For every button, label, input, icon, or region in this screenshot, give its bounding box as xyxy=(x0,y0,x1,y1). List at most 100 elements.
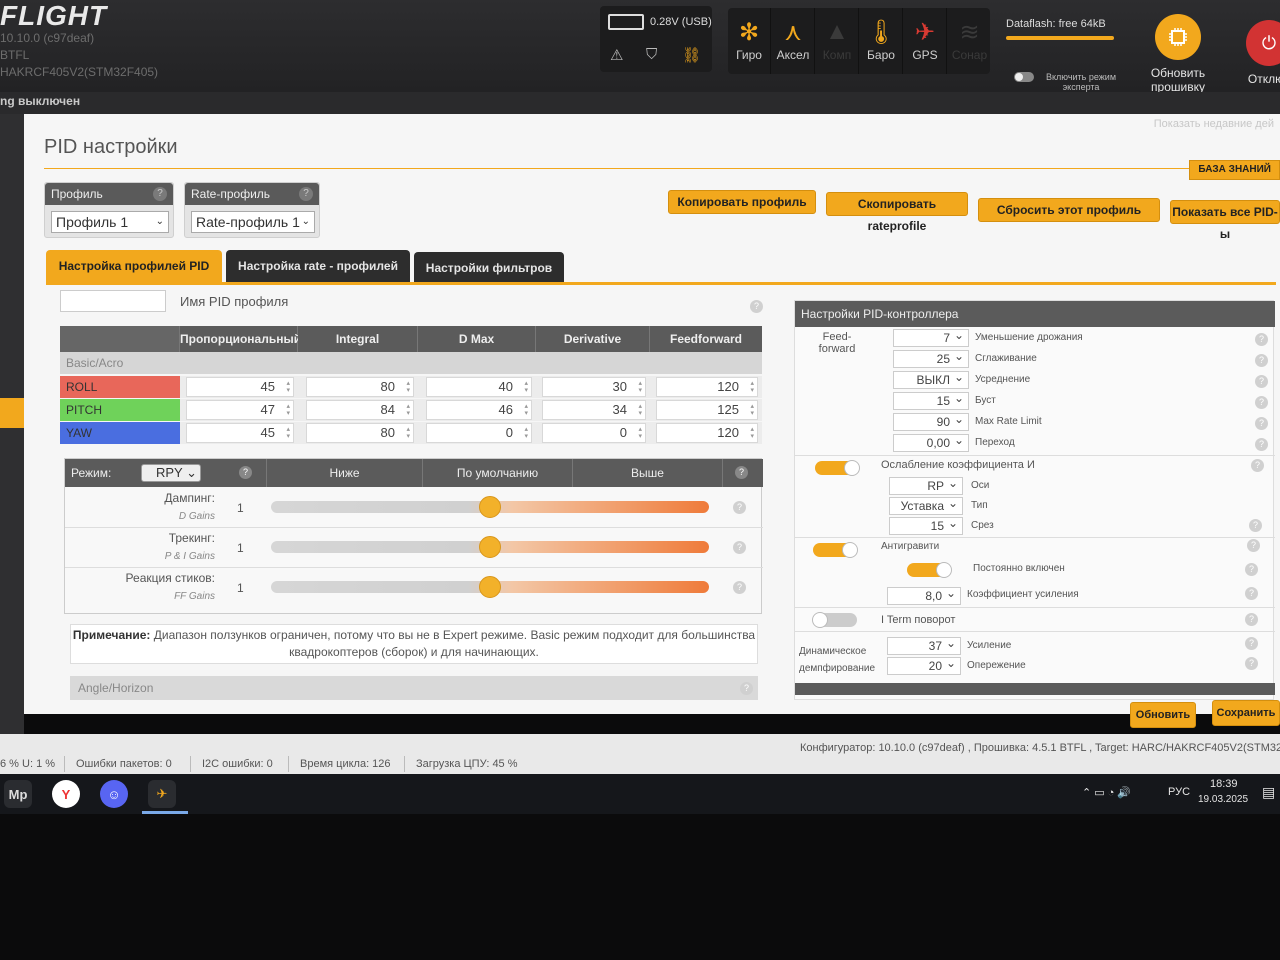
rate-profile-select[interactable]: Rate-профиль 1 ⌄ xyxy=(191,211,315,233)
mode-select[interactable]: RPY ⌄ xyxy=(141,464,201,482)
help-icon[interactable]: ? xyxy=(1255,438,1268,451)
dyn-damping-advance-input[interactable]: 20 xyxy=(887,655,961,675)
table-header-p: Пропорциональный xyxy=(180,326,301,352)
antigravity-always-on-toggle[interactable] xyxy=(907,562,952,578)
ff-transition-input[interactable]: 0,00 xyxy=(893,432,969,452)
ff-boost-input[interactable]: 15 xyxy=(893,390,969,410)
iterm-rotation-toggle[interactable] xyxy=(812,612,857,628)
pitch-p-input[interactable]: 47 xyxy=(186,400,294,420)
antigravity-toggle[interactable] xyxy=(813,542,858,558)
roll-d-input[interactable]: 30 xyxy=(542,377,646,397)
disconnect-button[interactable]: ⏻ Отключ xyxy=(1234,20,1280,86)
help-icon[interactable]: ? xyxy=(299,187,313,201)
roll-dmax-input[interactable]: 40 xyxy=(426,377,532,397)
next-section-header xyxy=(795,683,1275,695)
notifications-icon[interactable]: ▤ xyxy=(1262,784,1275,801)
help-icon[interactable]: ? xyxy=(733,581,746,594)
yaw-d-input[interactable]: 0 xyxy=(542,423,646,443)
profile-select[interactable]: Профиль 1 ⌄ xyxy=(51,211,169,233)
dyn-damping-boost-input[interactable]: 37 xyxy=(887,635,961,655)
iterm-cutoff-input[interactable]: 15 xyxy=(889,515,963,535)
ff-max-rate-input[interactable]: 90 xyxy=(893,411,969,431)
ff-averaging-select[interactable]: ВЫКЛ xyxy=(893,369,969,389)
app-logo: FLIGHT xyxy=(0,0,108,31)
pitch-ff-input[interactable]: 125 xyxy=(656,400,758,420)
copy-rateprofile-button[interactable]: Скопировать rateprofile xyxy=(826,192,968,233)
expert-mode-note: Примечание: Диапазон ползунков ограничен… xyxy=(70,624,758,664)
roll-p-input[interactable]: 45 xyxy=(186,377,294,397)
expert-mode-toggle[interactable]: Включить режим эксперта xyxy=(1014,72,1124,92)
iterm-axes-select[interactable]: RP xyxy=(889,475,963,495)
discord-icon[interactable]: ☺ xyxy=(100,780,128,808)
help-icon[interactable]: ? xyxy=(733,541,746,554)
save-button[interactable]: Сохранить xyxy=(1212,700,1280,726)
tab-rate-profile[interactable]: Настройка rate - профилей xyxy=(226,250,410,282)
table-header-i: Integral xyxy=(298,326,418,352)
help-icon[interactable]: ? xyxy=(750,300,763,313)
help-icon[interactable]: ? xyxy=(740,682,753,695)
tracking-thumb[interactable] xyxy=(479,536,501,558)
help-icon[interactable]: ? xyxy=(1245,563,1258,576)
clock-date[interactable]: 19.03.2025 xyxy=(1198,794,1248,805)
clock-time[interactable]: 18:39 xyxy=(1210,778,1238,790)
pitch-d-input[interactable]: 34 xyxy=(542,400,646,420)
update-firmware-button[interactable]: Обновить прошивку xyxy=(1140,14,1216,94)
help-icon[interactable]: ? xyxy=(1247,539,1260,552)
help-icon[interactable]: ? xyxy=(1255,333,1268,346)
knowledge-base-button[interactable]: БАЗА ЗНАНИЙ xyxy=(1189,160,1280,180)
help-icon[interactable]: ? xyxy=(1245,637,1258,650)
show-recent-link[interactable]: Показать недавние дей xyxy=(1154,118,1274,130)
help-icon[interactable]: ? xyxy=(1255,354,1268,367)
help-icon[interactable]: ? xyxy=(735,466,748,479)
tab-pid-profile[interactable]: Настройка профилей PID xyxy=(46,250,222,282)
feedforward-group-label: Feed-forward xyxy=(818,331,856,355)
pid-profile-name-input[interactable] xyxy=(60,290,166,312)
yandex-browser-icon[interactable]: Y xyxy=(52,780,80,808)
refresh-button[interactable]: Обновить xyxy=(1130,702,1196,728)
roll-ff-input[interactable]: 120 xyxy=(656,377,758,397)
pitch-dmax-input[interactable]: 46 xyxy=(426,400,532,420)
table-header-ff: Feedforward xyxy=(650,326,762,352)
help-icon[interactable]: ? xyxy=(1255,396,1268,409)
baro-icon: 🌡 xyxy=(865,19,897,46)
pitch-i-input[interactable]: 84 xyxy=(306,400,414,420)
table-section-basic: Basic/Acro xyxy=(60,352,762,374)
copy-profile-button[interactable]: Копировать профиль xyxy=(668,190,816,214)
tray-icons[interactable]: ⌃ ▭ ◔ 🔊 xyxy=(1082,786,1131,799)
expert-mode-switch[interactable] xyxy=(1014,72,1034,82)
taskbar-app-mp[interactable]: Mp xyxy=(4,780,32,808)
sidebar-active-item[interactable] xyxy=(0,398,24,428)
yaw-i-input[interactable]: 80 xyxy=(306,423,414,443)
help-icon[interactable]: ? xyxy=(1255,375,1268,388)
help-icon[interactable]: ? xyxy=(733,501,746,514)
language-indicator[interactable]: РУС xyxy=(1168,786,1190,798)
help-icon[interactable]: ? xyxy=(153,187,167,201)
sensor-accel: ⋏ Аксел xyxy=(772,8,815,74)
yaw-p-input[interactable]: 45 xyxy=(186,423,294,443)
roll-i-input[interactable]: 80 xyxy=(306,377,414,397)
help-icon[interactable]: ? xyxy=(1251,459,1264,472)
compass-icon: ▲ xyxy=(825,18,849,45)
betaflight-icon[interactable]: ✈ xyxy=(148,780,176,808)
iterm-type-select[interactable]: Уставка xyxy=(889,495,963,515)
antigravity-gain-input[interactable]: 8,0 xyxy=(887,585,961,605)
ff-jitter-input[interactable]: 7 xyxy=(893,327,969,347)
help-icon[interactable]: ? xyxy=(1245,587,1258,600)
yaw-dmax-input[interactable]: 0 xyxy=(426,423,532,443)
screen: { "header": { "logo": "FLIGHT", "version… xyxy=(0,0,1280,960)
title-divider xyxy=(44,168,1274,169)
help-icon[interactable]: ? xyxy=(1255,417,1268,430)
reset-profile-button[interactable]: Сбросить этот профиль xyxy=(978,198,1160,222)
yaw-ff-input[interactable]: 120 xyxy=(656,423,758,443)
help-icon[interactable]: ? xyxy=(1245,613,1258,626)
help-icon[interactable]: ? xyxy=(1245,657,1258,670)
damping-thumb[interactable] xyxy=(479,496,501,518)
help-icon[interactable]: ? xyxy=(1249,519,1262,532)
show-all-pids-button[interactable]: Показать все PID-ы xyxy=(1170,200,1280,241)
ff-smoothing-input[interactable]: 25 xyxy=(893,348,969,368)
help-icon[interactable]: ? xyxy=(239,466,252,479)
stick-response-thumb[interactable] xyxy=(479,576,501,598)
tab-filters[interactable]: Настройки фильтров xyxy=(414,252,564,284)
iterm-relax-toggle[interactable] xyxy=(815,460,860,476)
configurator-version: 10.10.0 (c97deaf) xyxy=(0,31,95,45)
